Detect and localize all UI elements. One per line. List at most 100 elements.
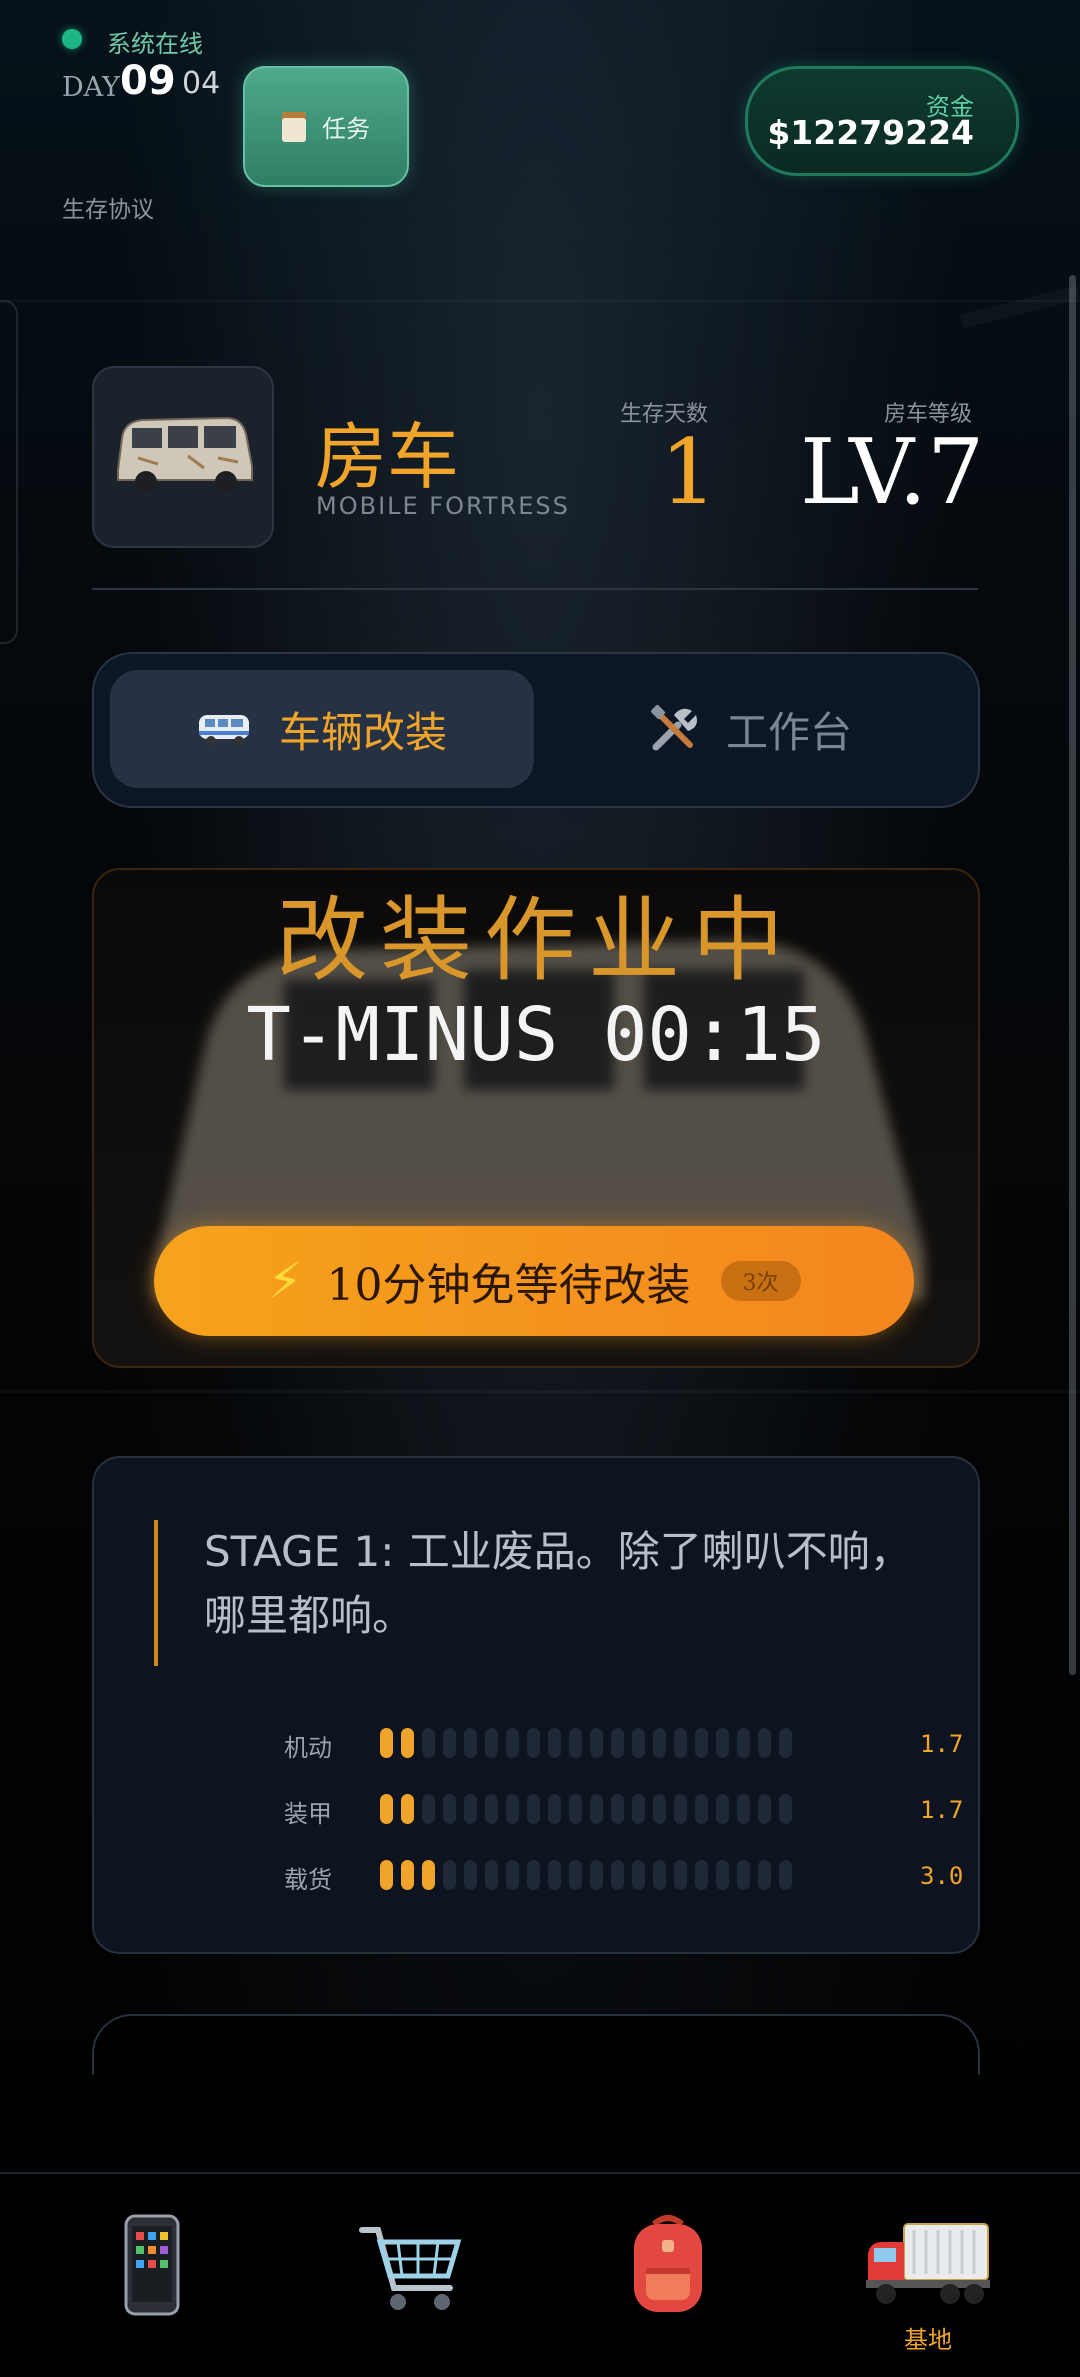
meter-segment (569, 1860, 582, 1890)
meter-segment (674, 1860, 687, 1890)
day-number: 09 (120, 58, 176, 104)
meter-segment (506, 1728, 519, 1758)
vehicle-title: 房车 (315, 415, 460, 499)
tab-workbench-label: 工作台 (725, 707, 852, 757)
meter-label: 载货 (284, 1866, 332, 1894)
meter-segment (506, 1860, 519, 1890)
meter-segment (716, 1728, 729, 1758)
modification-title: 改装作业中 (275, 887, 796, 994)
meter-segment (674, 1794, 687, 1824)
meter-segment (569, 1728, 582, 1758)
meter-segment (779, 1860, 792, 1890)
meter-segment (485, 1794, 498, 1824)
meter-segment (527, 1794, 540, 1824)
status-indicator-icon (62, 29, 82, 49)
modification-timer: T-MINUS 00:15 (246, 992, 826, 1078)
meter-value: 3.0 (920, 1862, 964, 1890)
meter-segment (401, 1728, 414, 1758)
stage-card: STAGE 1: 工业废品。除了喇叭不响，哪里都响。 机动 1.7 装甲 1.7… (92, 1456, 980, 1954)
meter-segment (695, 1794, 708, 1824)
meter-segment (695, 1728, 708, 1758)
meter-segment (758, 1860, 771, 1890)
task-button-label: 任务 (322, 115, 370, 143)
meter-segment (590, 1794, 603, 1824)
minivan-image-icon (117, 416, 253, 493)
tab-vehicle-mod[interactable]: 车辆改装 (110, 670, 534, 788)
meter-segment (590, 1860, 603, 1890)
vehicle-level-value: LV.7 (800, 420, 985, 525)
meter-segment (569, 1794, 582, 1824)
meter-segment (779, 1794, 792, 1824)
vehicle-thumbnail[interactable] (92, 366, 274, 548)
backpack-icon (634, 2215, 702, 2312)
scrollbar[interactable] (1069, 275, 1076, 1675)
meter-segment (653, 1794, 666, 1824)
divider (92, 588, 978, 590)
meter-segment (611, 1794, 624, 1824)
meter-segment (611, 1728, 624, 1758)
meter-value: 1.7 (920, 1796, 964, 1824)
meter-segment (653, 1860, 666, 1890)
vehicle-subtitle: MOBILE FORTRESS (316, 492, 570, 520)
lightning-icon: ⚡ (267, 1252, 303, 1310)
meter-segment (737, 1728, 750, 1758)
meter-segment (380, 1860, 393, 1890)
meter-segment (695, 1860, 708, 1890)
meter-segment (422, 1728, 435, 1758)
meter-segment (674, 1728, 687, 1758)
meter-value: 1.7 (920, 1730, 964, 1758)
skip-count-badge: 3次 (720, 1261, 801, 1301)
stage-description: STAGE 1: 工业废品。除了喇叭不响，哪里都响。 (204, 1527, 912, 1640)
meter-mobility: 机动 1.7 (284, 1724, 963, 1764)
phone-icon (124, 2214, 180, 2316)
tools-icon (651, 705, 697, 751)
meter-segment (443, 1794, 456, 1824)
nav-phone[interactable] (82, 2210, 222, 2350)
meter-segment (758, 1728, 771, 1758)
protocol-link[interactable]: 生存协议 (62, 190, 154, 224)
meter-segment (590, 1728, 603, 1758)
meter-segment (611, 1860, 624, 1890)
nav-base[interactable]: 基地 (858, 2210, 998, 2354)
meter-segment (548, 1728, 561, 1758)
tab-bar: 车辆改装 工作台 (92, 652, 980, 808)
meter-segment (401, 1860, 414, 1890)
meter-segment (422, 1794, 435, 1824)
meter-track (380, 1728, 800, 1758)
nav-base-label: 基地 (904, 2326, 952, 2354)
meter-segment (716, 1794, 729, 1824)
meter-segment (380, 1794, 393, 1824)
meter-segment (464, 1860, 477, 1890)
funds-value: $12279224 (767, 113, 974, 152)
truck-icon (866, 2223, 990, 2304)
skip-wait-button[interactable]: ⚡ 10分钟免等待改装 3次 (154, 1226, 914, 1336)
nav-backpack[interactable] (598, 2210, 738, 2350)
meter-segment (716, 1860, 729, 1890)
meter-cargo: 载货 3.0 (284, 1856, 963, 1896)
meter-segment (485, 1728, 498, 1758)
shopping-cart-icon (359, 2227, 462, 2310)
meter-segment (632, 1860, 645, 1890)
meter-track (380, 1794, 800, 1824)
meter-segment (485, 1860, 498, 1890)
meter-segment (464, 1794, 477, 1824)
tab-workbench[interactable]: 工作台 (538, 670, 962, 788)
skip-wait-label: 10分钟免等待改装 (326, 1260, 691, 1311)
day-sub-number: 04 (182, 66, 221, 101)
meter-segment (632, 1794, 645, 1824)
meter-segment (737, 1860, 750, 1890)
meter-label: 装甲 (284, 1800, 332, 1828)
meter-segment (527, 1860, 540, 1890)
side-drawer-handle[interactable] (0, 300, 18, 644)
nav-shop[interactable] (338, 2210, 478, 2350)
meter-segment (737, 1794, 750, 1824)
clipboard-icon (282, 111, 306, 142)
meter-segment (548, 1860, 561, 1890)
survival-days-value: 1 (660, 420, 718, 525)
meter-label: 机动 (284, 1734, 332, 1762)
task-button[interactable]: 任务 (243, 66, 409, 187)
tab-vehicle-mod-label: 车辆改装 (278, 707, 447, 757)
minibus-icon (198, 715, 249, 746)
day-label: DAY (62, 72, 120, 103)
stage-accent-bar (154, 1520, 158, 1666)
